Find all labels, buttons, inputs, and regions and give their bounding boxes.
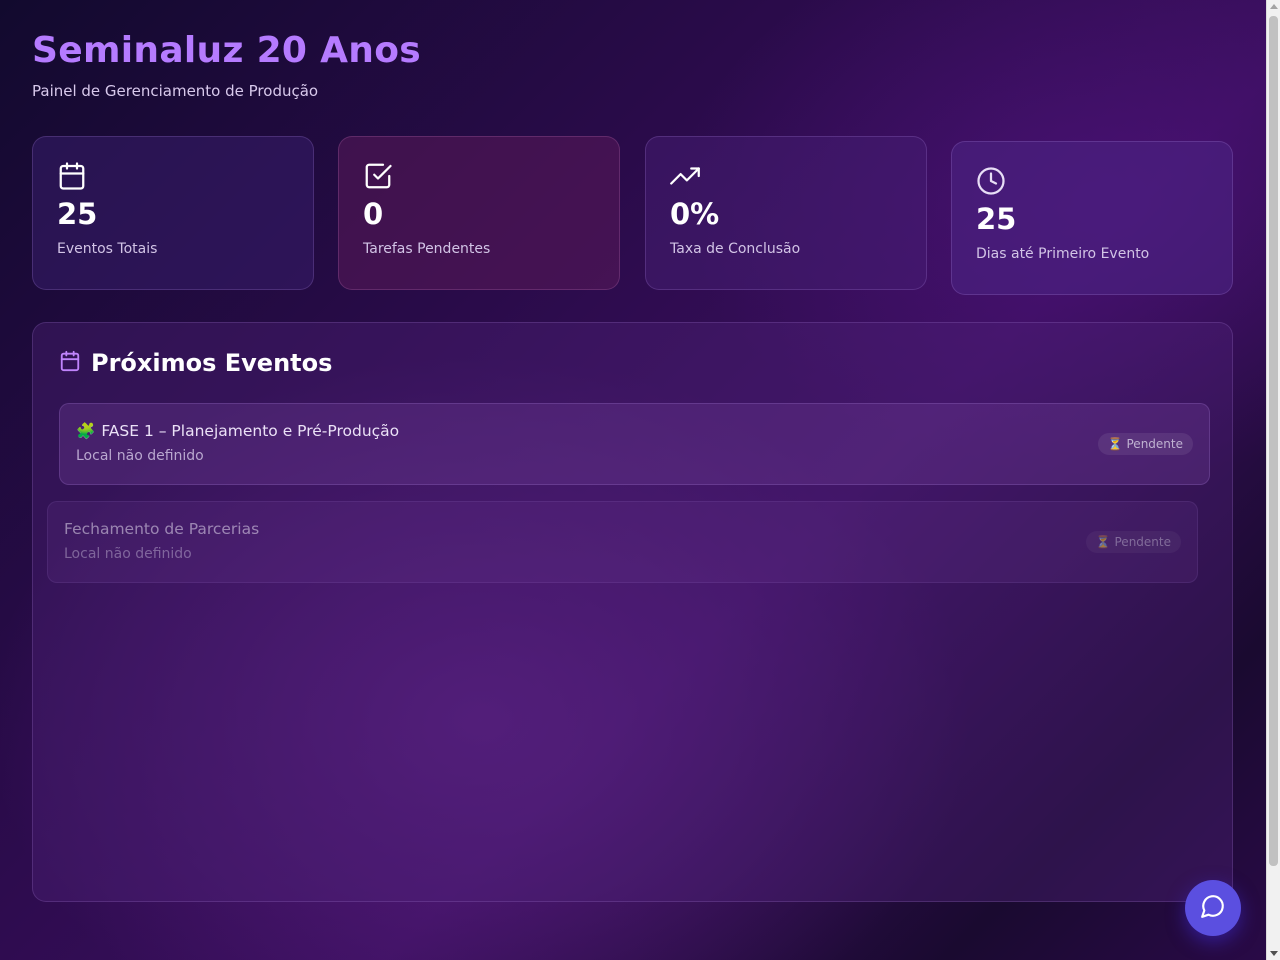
event-title-row: Fechamento de Parcerias xyxy=(64,520,1181,538)
stat-label: Eventos Totais xyxy=(57,241,158,257)
scrollbar-thumb[interactable] xyxy=(1269,16,1278,866)
hourglass-icon: ⏳ xyxy=(1107,437,1123,451)
event-title-row: 🧩 FASE 1 – Planejamento e Pré-Produção xyxy=(76,422,1193,440)
event-item[interactable]: Fechamento de Parcerias Local não defini… xyxy=(47,501,1198,583)
chat-bubble-icon xyxy=(1200,893,1226,923)
event-location: Local não definido xyxy=(64,546,192,562)
page-subtitle: Painel de Gerenciamento de Produção xyxy=(32,82,319,100)
puzzle-icon: 🧩 xyxy=(76,422,96,440)
stat-card-days-until-first-event: 25 Dias até Primeiro Evento xyxy=(951,141,1233,295)
panel-title: Próximos Eventos xyxy=(91,349,333,377)
status-badge: ⏳ Pendente xyxy=(1097,433,1193,455)
calendar-icon xyxy=(57,161,87,191)
event-title: FASE 1 – Planejamento e Pré-Produção xyxy=(101,422,400,440)
stat-value: 0 xyxy=(363,197,384,231)
scroll-down-arrow-icon[interactable] xyxy=(1270,951,1278,956)
calendar-icon xyxy=(59,350,81,376)
stat-label: Taxa de Conclusão xyxy=(670,241,801,257)
chat-button[interactable] xyxy=(1185,880,1241,936)
dashboard-page: Seminaluz 20 Anos Painel de Gerenciament… xyxy=(0,0,1266,960)
page-title: Seminaluz 20 Anos xyxy=(32,30,421,71)
stat-value: 25 xyxy=(57,197,98,231)
stat-value: 25 xyxy=(976,202,1017,236)
stat-card-total-events: 25 Eventos Totais xyxy=(32,136,314,290)
stat-card-pending-tasks: 0 Tarefas Pendentes xyxy=(338,136,620,290)
check-square-icon xyxy=(363,161,393,191)
hourglass-icon: ⏳ xyxy=(1095,535,1111,549)
scroll-up-arrow-icon[interactable] xyxy=(1270,4,1278,9)
status-badge: ⏳ Pendente xyxy=(1085,531,1181,553)
event-item[interactable]: 🧩 FASE 1 – Planejamento e Pré-Produção L… xyxy=(59,403,1210,485)
stat-value: 0% xyxy=(670,197,720,231)
event-title: Fechamento de Parcerias xyxy=(64,520,260,538)
upcoming-events-panel: Próximos Eventos 🧩 FASE 1 – Planejamento… xyxy=(32,322,1233,902)
trending-up-icon xyxy=(670,161,700,191)
status-label: Pendente xyxy=(1126,437,1184,451)
status-label: Pendente xyxy=(1114,535,1172,549)
stat-label: Dias até Primeiro Evento xyxy=(976,246,1150,262)
panel-header: Próximos Eventos xyxy=(59,349,332,377)
stat-card-completion-rate: 0% Taxa de Conclusão xyxy=(645,136,927,290)
stat-label: Tarefas Pendentes xyxy=(363,241,491,257)
clock-icon xyxy=(976,166,1006,196)
event-location: Local não definido xyxy=(76,448,204,464)
vertical-scrollbar[interactable] xyxy=(1266,0,1280,960)
